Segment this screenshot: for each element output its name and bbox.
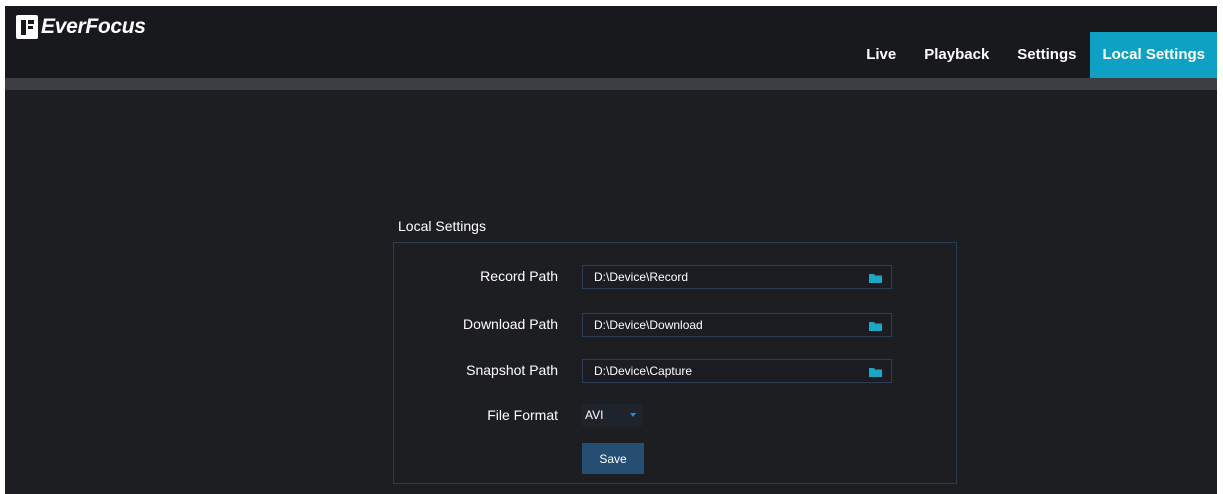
nav-live[interactable]: Live bbox=[852, 32, 910, 78]
file-format-select[interactable]: AVI bbox=[582, 404, 642, 426]
snapshot-path-row: Snapshot Path bbox=[394, 359, 956, 385]
download-path-field bbox=[582, 313, 892, 337]
snapshot-path-label: Snapshot Path bbox=[466, 362, 558, 378]
nav-settings[interactable]: Settings bbox=[1003, 32, 1090, 78]
snapshot-path-input[interactable] bbox=[583, 360, 864, 382]
local-settings-panel: Record Path Download Path Snapshot Path … bbox=[393, 242, 957, 484]
file-format-row: File Format AVI bbox=[394, 404, 956, 430]
brand-logo: EverFocus bbox=[16, 13, 146, 41]
nav-playback[interactable]: Playback bbox=[910, 32, 1003, 78]
nav-local-settings[interactable]: Local Settings bbox=[1090, 32, 1217, 78]
snapshot-path-field bbox=[582, 359, 892, 383]
section-title: Local Settings bbox=[398, 218, 486, 234]
record-path-input[interactable] bbox=[583, 266, 864, 288]
everfocus-logo-icon bbox=[16, 15, 38, 39]
chevron-down-icon bbox=[630, 413, 636, 417]
folder-icon[interactable] bbox=[869, 321, 882, 331]
download-path-input[interactable] bbox=[583, 314, 864, 336]
record-path-field bbox=[582, 265, 892, 289]
record-path-row: Record Path bbox=[394, 265, 956, 291]
download-path-row: Download Path bbox=[394, 313, 956, 339]
top-bar: EverFocus Live Playback Settings Local S… bbox=[5, 6, 1217, 78]
folder-icon[interactable] bbox=[869, 367, 882, 377]
download-path-label: Download Path bbox=[463, 316, 558, 332]
brand-name: EverFocus bbox=[41, 15, 146, 38]
file-format-label: File Format bbox=[487, 407, 558, 423]
sub-bar bbox=[5, 78, 1217, 90]
folder-icon[interactable] bbox=[869, 273, 882, 283]
record-path-label: Record Path bbox=[480, 268, 558, 284]
file-format-value: AVI bbox=[585, 408, 604, 422]
main-nav: Live Playback Settings Local Settings bbox=[852, 32, 1217, 78]
save-button[interactable]: Save bbox=[582, 443, 644, 474]
